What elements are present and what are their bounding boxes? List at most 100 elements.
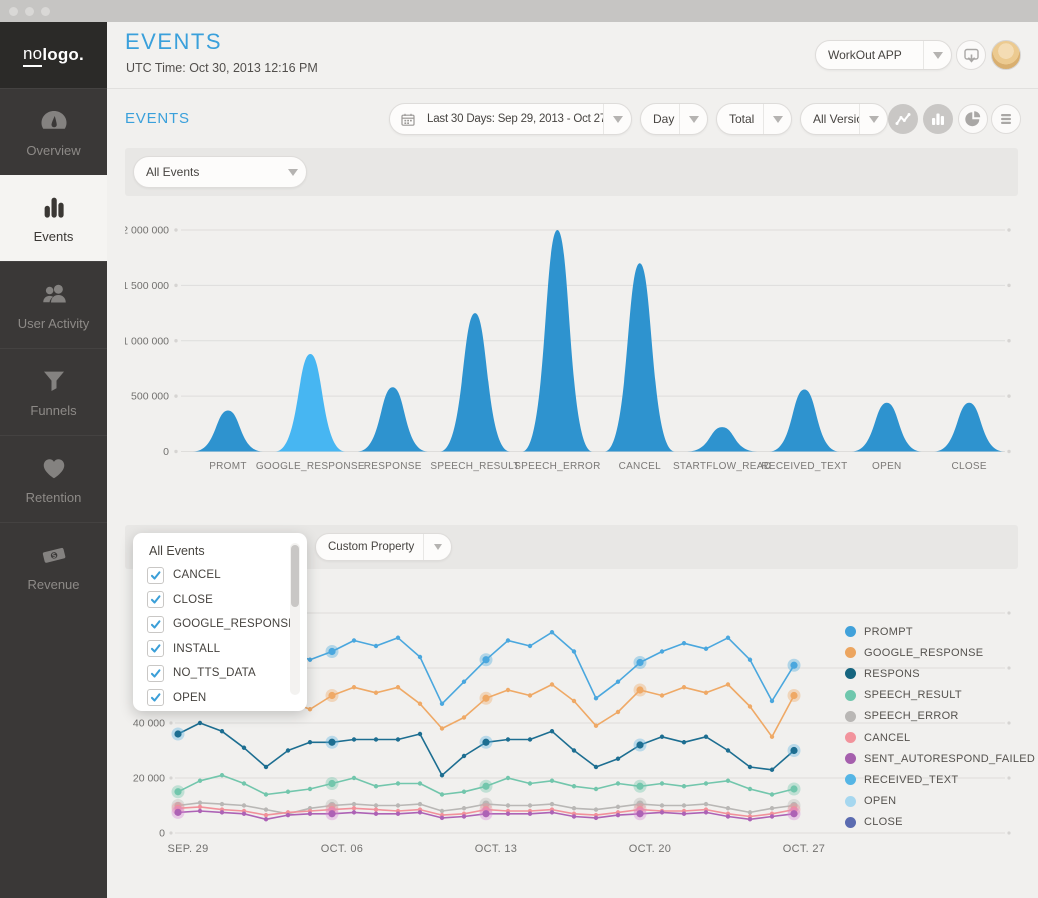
- legend-dot: [845, 732, 856, 743]
- banknote-icon: $: [38, 540, 70, 570]
- chevron-down-icon: [689, 116, 699, 123]
- svg-text:20 000: 20 000: [133, 773, 165, 785]
- view-list-button[interactable]: [991, 104, 1021, 134]
- svg-text:40 000: 40 000: [133, 718, 165, 730]
- legend-dot: [845, 774, 856, 785]
- checkbox-checked-icon[interactable]: [147, 689, 164, 706]
- legend-item[interactable]: SPEECH_ERROR: [845, 706, 1035, 727]
- checkbox-checked-icon[interactable]: [147, 567, 164, 584]
- event-option-close[interactable]: CLOSE: [133, 588, 307, 613]
- column-chart-icon: [929, 110, 947, 128]
- legend-label: PROMPT: [864, 626, 913, 638]
- app-selector-value: WorkOut APP: [816, 48, 923, 62]
- sidebar-item-overview[interactable]: Overview: [0, 88, 107, 175]
- date-range-dropdown[interactable]: Last 30 Days: Sep 29, 2013 - Oct 27, 201…: [389, 103, 632, 135]
- legend-item[interactable]: PROMPT: [845, 621, 1035, 642]
- event-option-open[interactable]: OPEN: [133, 686, 307, 711]
- legend-item[interactable]: GOOGLE_RESPONSE: [845, 642, 1035, 663]
- svg-text:CANCEL: CANCEL: [619, 461, 662, 472]
- window-dot-icon[interactable]: [25, 7, 34, 16]
- legend-item[interactable]: RESPONS: [845, 663, 1035, 684]
- pie-chart-icon: [964, 110, 982, 128]
- custom-property-dropdown[interactable]: Custom Property: [315, 533, 452, 561]
- event-option-label: OPEN: [173, 692, 206, 704]
- events-filter-header: All Events: [133, 533, 307, 563]
- svg-text:2 000 000: 2 000 000: [125, 225, 169, 237]
- svg-text:PROMT: PROMT: [209, 461, 247, 472]
- chevron-down-icon: [933, 52, 943, 59]
- checkbox-checked-icon[interactable]: [147, 591, 164, 608]
- svg-text:STARTFLOW_READ: STARTFLOW_READ: [673, 461, 771, 472]
- view-column-chart-button[interactable]: [923, 104, 953, 134]
- all-events-value: All Events: [134, 165, 279, 179]
- sidebar-item-label: Events: [34, 229, 74, 244]
- legend-label: CANCEL: [864, 732, 910, 744]
- legend-label: CLOSE: [864, 816, 903, 828]
- versions-dropdown[interactable]: All Versions: [800, 103, 888, 135]
- app-selector-dropdown[interactable]: WorkOut APP: [815, 40, 952, 70]
- export-window-icon: [963, 47, 980, 64]
- sidebar-item-funnels[interactable]: Funnels: [0, 348, 107, 435]
- granularity-dropdown[interactable]: Day: [640, 103, 708, 135]
- legend-item[interactable]: OPEN: [845, 791, 1035, 812]
- funnel-icon: [38, 366, 70, 396]
- sidebar-item-revenue[interactable]: $ Revenue: [0, 522, 107, 609]
- logo-text-suffix: logo.: [42, 45, 84, 65]
- legend-dot: [845, 668, 856, 679]
- event-option-cancel[interactable]: CANCEL: [133, 563, 307, 588]
- sidebar-item-events[interactable]: Events: [0, 175, 107, 261]
- window-dot-icon[interactable]: [41, 7, 50, 16]
- legend-label: RECEIVED_TEXT: [864, 774, 958, 786]
- svg-text:GOOGLE_RESPONSE: GOOGLE_RESPONSE: [256, 461, 365, 472]
- checkbox-checked-icon[interactable]: [147, 616, 164, 633]
- sidebar-item-user-activity[interactable]: User Activity: [0, 261, 107, 348]
- legend-item[interactable]: SPEECH_RESULT: [845, 685, 1035, 706]
- legend-dot: [845, 626, 856, 637]
- chevron-down-icon: [869, 116, 879, 123]
- sidebar-item-label: User Activity: [18, 316, 90, 331]
- event-option-label: NO_TTS_DATA: [173, 667, 256, 679]
- event-option-no-tts-data[interactable]: NO_TTS_DATA: [133, 661, 307, 686]
- chevron-down-icon: [288, 169, 298, 176]
- events-peaks-chart: 2 000 0001 500 0001 000 000500 0000PROMT…: [125, 205, 1018, 480]
- window-control-dots[interactable]: [9, 7, 50, 16]
- all-events-dropdown[interactable]: All Events: [133, 156, 307, 188]
- svg-text:CLOSE: CLOSE: [951, 461, 986, 472]
- event-option-install[interactable]: INSTALL: [133, 637, 307, 662]
- view-line-chart-button[interactable]: [888, 104, 918, 134]
- scrollbar-track[interactable]: [290, 543, 300, 695]
- legend-item[interactable]: RECEIVED_TEXT: [845, 769, 1035, 790]
- date-range-value: Last 30 Days: Sep 29, 2013 - Oct 27, 201…: [415, 113, 603, 125]
- line-chart-legend: PROMPT GOOGLE_RESPONSE RESPONS SPEECH_RE…: [845, 621, 1035, 833]
- avatar[interactable]: [991, 40, 1021, 70]
- scrollbar-thumb[interactable]: [291, 545, 299, 607]
- legend-item[interactable]: CLOSE: [845, 812, 1035, 833]
- sidebar-item-label: Funnels: [30, 403, 76, 418]
- event-option-label: GOOGLE_RESPONSE: [173, 618, 296, 630]
- legend-dot: [845, 647, 856, 658]
- svg-text:OPEN: OPEN: [872, 461, 902, 472]
- export-button[interactable]: [956, 40, 986, 70]
- window-dot-icon[interactable]: [9, 7, 18, 16]
- svg-text:500 000: 500 000: [131, 391, 169, 403]
- sidebar-item-label: Retention: [26, 490, 82, 505]
- svg-text:OCT. 27: OCT. 27: [783, 843, 825, 855]
- logo-text-prefix: no: [23, 44, 42, 67]
- heart-icon: [38, 453, 70, 483]
- legend-item[interactable]: CANCEL: [845, 727, 1035, 748]
- checkbox-checked-icon[interactable]: [147, 640, 164, 657]
- checkbox-checked-icon[interactable]: [147, 665, 164, 682]
- list-icon: [997, 110, 1015, 128]
- event-option-google-response[interactable]: GOOGLE_RESPONSE: [133, 612, 307, 637]
- logo: nologo.: [0, 22, 107, 88]
- svg-text:0: 0: [159, 828, 165, 840]
- legend-item[interactable]: SENT_AUTORESPOND_FAILED: [845, 748, 1035, 769]
- view-pie-chart-button[interactable]: [958, 104, 988, 134]
- legend-label: GOOGLE_RESPONSE: [864, 647, 983, 659]
- metric-dropdown[interactable]: Total: [716, 103, 792, 135]
- event-option-label: INSTALL: [173, 643, 220, 655]
- sidebar-item-retention[interactable]: Retention: [0, 435, 107, 522]
- legend-label: SPEECH_ERROR: [864, 710, 959, 722]
- versions-value: All Versions: [801, 112, 859, 126]
- legend-dot: [845, 690, 856, 701]
